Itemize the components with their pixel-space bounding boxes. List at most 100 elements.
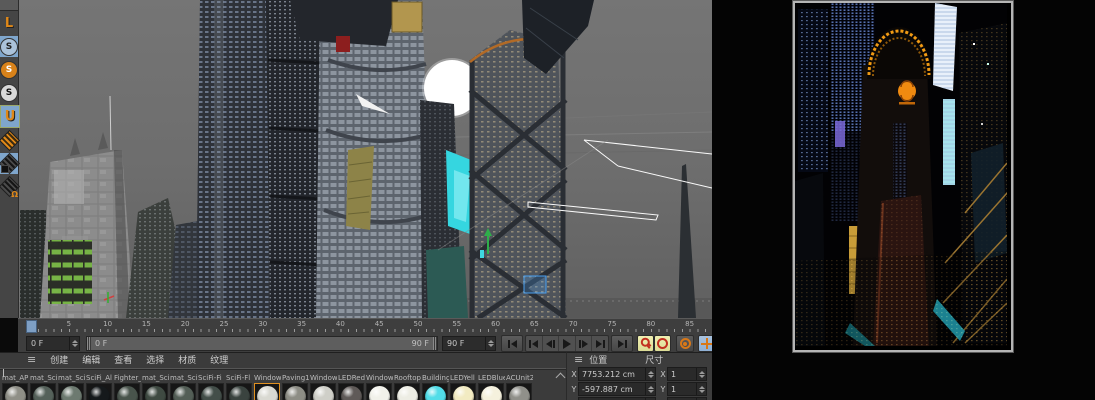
next-key-button[interactable] (592, 336, 608, 351)
size-y-field[interactable]: 1 (667, 382, 707, 396)
play-forward-button[interactable] (559, 336, 576, 351)
material-thumbnail[interactable] (86, 383, 112, 400)
material-item[interactable]: mat_Sci (142, 374, 170, 400)
material-thumbnail[interactable] (226, 383, 252, 400)
material-item[interactable]: Building (422, 374, 450, 400)
material-item[interactable]: mat_Sci (30, 374, 58, 400)
material-thumbnail[interactable] (422, 383, 448, 400)
material-thumbnail[interactable] (2, 383, 28, 400)
timeline-ruler[interactable]: 0510152025303540455055606570758085 (18, 318, 712, 334)
material-name: mat_Sci (58, 374, 85, 382)
goto-end-button[interactable] (611, 335, 633, 352)
transport-group (525, 335, 609, 352)
spinner[interactable] (645, 383, 655, 395)
material-item[interactable]: LEDRed (338, 374, 366, 400)
target-icon (680, 338, 691, 349)
texture-mode-icon[interactable]: S (0, 82, 18, 103)
material-item[interactable]: SciFi_Al (86, 374, 114, 400)
material-thumbnail[interactable] (58, 383, 84, 400)
end-frame-spinner[interactable] (485, 337, 495, 350)
spinner[interactable] (696, 368, 706, 380)
make-editable-icon[interactable] (0, 0, 18, 11)
coords-burger-icon[interactable]: ≡ (574, 353, 583, 366)
edges-mode-icon[interactable] (0, 153, 18, 174)
next-frame-button[interactable] (576, 336, 593, 351)
material-thumbnail[interactable] (366, 383, 392, 400)
material-item[interactable]: Window (254, 374, 282, 400)
record-active-objects-button[interactable] (637, 335, 654, 352)
position-x-field[interactable]: 7753.212 cm (578, 367, 656, 381)
menu-burger-icon[interactable]: ≡ (27, 353, 36, 366)
coordinate-row-x: X7753.212 cmX1 (567, 367, 714, 381)
material-menu-item-4[interactable]: 材质 (178, 353, 196, 366)
ruler-tick-35: 35 (297, 320, 306, 328)
material-item[interactable]: SciFi-Fl (226, 374, 254, 400)
material-menu-item-5[interactable]: 纹理 (210, 353, 228, 366)
c4d-workspace: LSSSU (0, 0, 1095, 400)
material-item[interactable]: mat_Sci (58, 374, 86, 400)
material-thumbnail[interactable] (254, 383, 280, 400)
material-thumbnail[interactable] (394, 383, 420, 400)
material-thumbnail[interactable] (310, 383, 336, 400)
material-thumbnail[interactable] (450, 383, 476, 400)
material-item[interactable]: LEDYell (450, 374, 478, 400)
material-menu-item-2[interactable]: 查看 (114, 353, 132, 366)
previous-frame-button[interactable] (543, 336, 560, 351)
current-frame-spinner[interactable] (69, 337, 79, 350)
keyframe-selection-button[interactable] (676, 335, 694, 352)
ruler-tick-20: 20 (181, 320, 190, 328)
points-mode-icon[interactable] (0, 130, 18, 151)
material-thumbnail[interactable] (338, 383, 364, 400)
timeline-playhead[interactable] (26, 320, 37, 333)
snapping-icon[interactable]: U (0, 105, 20, 128)
material-item[interactable]: SciFi-Fi (198, 374, 226, 400)
material-thumbnail[interactable] (282, 383, 308, 400)
material-menu-item-3[interactable]: 选择 (146, 353, 164, 366)
viewport[interactable] (18, 0, 712, 318)
material-item[interactable]: LEDBlue (478, 374, 506, 400)
material-thumbnail[interactable] (114, 383, 140, 400)
material-thumbnail[interactable] (198, 383, 224, 400)
object-mode-icon[interactable]: S (0, 59, 18, 80)
material-item[interactable]: Paving1 (282, 374, 310, 400)
range-start-label: 0 F (95, 339, 107, 348)
material-thumbnail[interactable] (30, 383, 56, 400)
polygons-mode-icon[interactable] (0, 176, 18, 197)
size-x-field[interactable]: 1 (667, 367, 707, 381)
enable-axis-icon[interactable]: L (0, 13, 18, 34)
material-item[interactable]: Window (366, 374, 394, 400)
range-end-label: 90 F (412, 339, 429, 348)
selected-object-highlight (524, 276, 546, 293)
ruler-tick-15: 15 (142, 320, 151, 328)
material-item[interactable]: Fighter_ (114, 374, 142, 400)
panel-collapse-chevron-icon[interactable] (556, 372, 566, 380)
goto-start-button[interactable] (501, 335, 523, 352)
current-frame-field[interactable]: 0 F (26, 336, 80, 351)
material-item[interactable]: mat_Sci (170, 374, 198, 400)
previous-key-button[interactable] (526, 336, 543, 351)
material-item[interactable]: Window (310, 374, 338, 400)
material-name: ACUnit2 (506, 374, 533, 382)
model-mode-icon[interactable]: S (0, 36, 18, 57)
material-sphere (33, 386, 54, 400)
position-y-field[interactable]: -597.887 cm (578, 382, 656, 396)
autokeying-button[interactable] (654, 335, 671, 352)
range-start-handle[interactable] (87, 337, 91, 350)
material-item[interactable]: Rooftop (394, 374, 422, 400)
material-thumbnail[interactable] (478, 383, 504, 400)
spinner[interactable] (645, 368, 655, 380)
material-thumbnail[interactable] (170, 383, 196, 400)
material-name: mat_AP (2, 374, 29, 382)
material-thumbnail[interactable] (142, 383, 168, 400)
material-sphere (481, 386, 502, 400)
material-menu-item-1[interactable]: 编辑 (82, 353, 100, 366)
preview-range-slider[interactable]: 0 F 90 F (86, 336, 438, 351)
material-manager: ≡ 创建编辑查看选择材质纹理 mat_APmat_Scimat_SciSciFi… (0, 352, 566, 400)
end-frame-field[interactable]: 90 F (442, 336, 496, 351)
spinner[interactable] (696, 383, 706, 395)
material-item[interactable]: ACUnit2 (506, 374, 534, 400)
material-thumbnail[interactable] (506, 383, 532, 400)
material-menu-item-0[interactable]: 创建 (50, 353, 68, 366)
range-end-handle[interactable] (433, 337, 437, 350)
material-item[interactable]: mat_AP (2, 374, 30, 400)
